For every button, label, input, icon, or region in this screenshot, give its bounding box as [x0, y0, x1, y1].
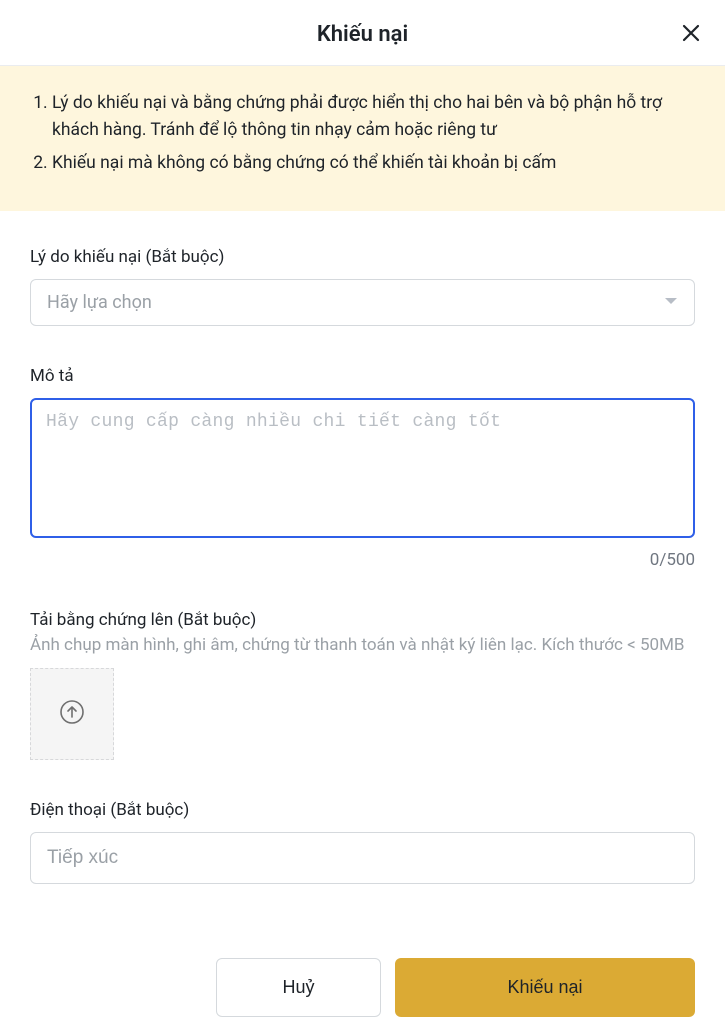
reason-field-group: Lý do khiếu nại (Bắt buộc) Hãy lựa chọn [30, 247, 695, 326]
cancel-button[interactable]: Huỷ [216, 958, 381, 1017]
upload-button[interactable] [30, 668, 114, 760]
notice-item: Lý do khiếu nại và bằng chứng phải được … [52, 90, 697, 144]
close-icon[interactable] [681, 23, 701, 43]
phone-field-group: Điện thoại (Bắt buộc) [30, 800, 695, 884]
description-char-count: 0/500 [30, 550, 695, 570]
modal-footer: Huỷ Khiếu nại [0, 958, 725, 1017]
reason-label: Lý do khiếu nại (Bắt buộc) [30, 247, 695, 267]
description-label: Mô tả [30, 366, 695, 386]
upload-help-text: Ảnh chụp màn hình, ghi âm, chứng từ than… [30, 634, 695, 658]
modal-header: Khiếu nại [0, 0, 725, 66]
description-textarea[interactable] [30, 398, 695, 538]
notice-item: Khiếu nại mà không có bằng chứng có thể … [52, 150, 697, 177]
phone-label: Điện thoại (Bắt buộc) [30, 800, 695, 820]
form-body: Lý do khiếu nại (Bắt buộc) Hãy lựa chọn … [0, 211, 725, 934]
upload-field-group: Tải bằng chứng lên (Bắt buộc) Ảnh chụp m… [30, 610, 695, 760]
notice-list: Lý do khiếu nại và bằng chứng phải được … [28, 90, 697, 177]
phone-input[interactable] [30, 832, 695, 884]
reason-select-placeholder: Hãy lựa chọn [47, 292, 152, 313]
upload-icon [59, 699, 85, 729]
description-field-group: Mô tả 0/500 [30, 366, 695, 570]
upload-label: Tải bằng chứng lên (Bắt buộc) [30, 610, 695, 630]
reason-select[interactable]: Hãy lựa chọn [30, 279, 695, 326]
chevron-down-icon [664, 293, 678, 312]
submit-button[interactable]: Khiếu nại [395, 958, 695, 1017]
modal-title: Khiếu nại [317, 22, 408, 47]
notice-banner: Lý do khiếu nại và bằng chứng phải được … [0, 66, 725, 211]
